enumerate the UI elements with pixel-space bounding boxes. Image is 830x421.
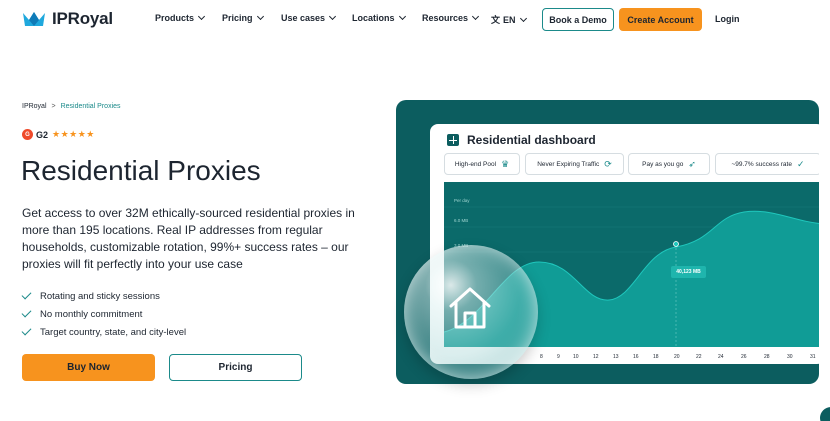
chevron-down-icon: [398, 12, 406, 21]
x-axis-label: 31: [810, 354, 816, 360]
chevron-down-icon: [519, 14, 527, 22]
chevron-right-icon: >: [51, 103, 56, 110]
pricing-button[interactable]: Pricing: [169, 354, 302, 381]
y-axis-label: 6.0 MB: [454, 218, 469, 223]
x-axis-label: 13: [613, 354, 619, 360]
crown-logo-icon: [23, 12, 45, 26]
nav-resources[interactable]: Resources: [422, 12, 480, 23]
feature-list: Rotating and sticky sessions No monthly …: [21, 287, 187, 341]
login-link[interactable]: Login: [715, 14, 740, 24]
nav-use-cases-label: Use cases: [281, 13, 326, 23]
check-icon: [21, 289, 32, 300]
page-title: Residential Proxies: [21, 155, 261, 186]
x-axis-label: 16: [633, 354, 639, 360]
x-axis-label: 24: [718, 354, 724, 360]
brand-logo[interactable]: IPRoyal: [22, 9, 113, 29]
chevron-down-icon: [471, 12, 480, 21]
g2-logo-icon: G: [22, 129, 33, 140]
create-account-button[interactable]: Create Account: [619, 8, 702, 31]
breadcrumb-current: Residential Proxies: [60, 103, 121, 110]
translate-icon: 文: [491, 15, 501, 25]
nav-products[interactable]: Products: [155, 12, 206, 23]
chevron-down-icon: [256, 12, 264, 21]
pill-label: ~99.7% success rate: [731, 160, 792, 168]
x-axis-label: 12: [593, 354, 599, 360]
nav-locations-label: Locations: [352, 13, 395, 23]
nav-locations[interactable]: Locations: [352, 12, 406, 23]
pill-success-rate: ~99.7% success rate ✓: [715, 153, 819, 175]
check-icon: [21, 325, 32, 336]
tooltip-point: [673, 241, 679, 247]
breadcrumb-home[interactable]: IPRoyal: [22, 103, 47, 110]
list-item: Rotating and sticky sessions: [21, 287, 186, 305]
language-label: EN: [503, 14, 516, 25]
pill-label: High-end Pool: [454, 160, 497, 168]
chevron-down-icon: [329, 12, 337, 21]
buy-now-button[interactable]: Buy Now: [22, 354, 155, 381]
hero-description: Get access to over 32M ethically-sourced…: [22, 206, 355, 271]
dashboard-header: Residential dashboard: [447, 133, 596, 147]
x-axis-label: 8: [540, 354, 543, 360]
x-axis-label: 18: [653, 354, 659, 360]
chevron-down-icon: [197, 12, 206, 21]
pill-high-end-pool: High-end Pool ♛: [444, 153, 520, 175]
dashboard-title: Residential dashboard: [467, 133, 596, 147]
nav-resources-label: Resources: [422, 13, 469, 23]
g2-label: G2: [36, 129, 49, 140]
book-demo-button[interactable]: Book a Demo: [542, 8, 614, 31]
g2-rating: G G2 ★★★★★: [22, 129, 95, 140]
rocket-icon: ➶: [688, 158, 696, 169]
refresh-icon: ⟳: [604, 158, 612, 169]
dashboard-icon: [447, 134, 459, 146]
x-axis-label: 10: [573, 354, 579, 360]
x-axis-label: 30: [787, 354, 793, 360]
list-item: No monthly commitment: [21, 305, 186, 323]
y-axis-label: Per day: [454, 198, 470, 203]
glass-bubble: [404, 245, 538, 379]
nav-pricing-label: Pricing: [222, 13, 253, 23]
star-rating-icon: ★★★★★: [52, 129, 95, 139]
x-axis-label: 28: [764, 354, 770, 360]
language-selector[interactable]: 文 EN: [491, 13, 527, 26]
top-navigation: IPRoyal Products Pricing Use cases Locat…: [0, 0, 830, 40]
list-item: Target country, state, and city-level: [21, 323, 187, 341]
feature-text: Rotating and sticky sessions: [40, 290, 160, 302]
house-icon: [449, 287, 491, 329]
check-icon: [21, 307, 32, 318]
breadcrumb: IPRoyal > Residential Proxies: [22, 103, 121, 110]
pill-label: Never Expiring Traffic: [537, 160, 600, 168]
nav-products-label: Products: [155, 13, 195, 23]
pill-pay-as-you-go: Pay as you go ➶: [628, 153, 710, 175]
x-axis-label: 26: [741, 354, 747, 360]
feature-text: No monthly commitment: [40, 308, 143, 320]
pill-never-expiring: Never Expiring Traffic ⟳: [525, 153, 624, 175]
x-axis-label: 20: [674, 354, 680, 360]
crown-icon: ♛: [501, 158, 510, 169]
feature-text: Target country, state, and city-level: [40, 326, 187, 338]
chart-tooltip: 40,123 MB: [671, 266, 706, 278]
x-axis-label: 22: [696, 354, 702, 360]
nav-pricing[interactable]: Pricing: [222, 12, 264, 23]
check-circle-icon: ✓: [796, 158, 805, 169]
pill-label: Pay as you go: [642, 160, 684, 168]
brand-name: IPRoyal: [52, 9, 113, 28]
nav-use-cases[interactable]: Use cases: [281, 12, 337, 23]
x-axis-label: 9: [557, 354, 560, 360]
chat-widget-button[interactable]: [820, 407, 830, 421]
